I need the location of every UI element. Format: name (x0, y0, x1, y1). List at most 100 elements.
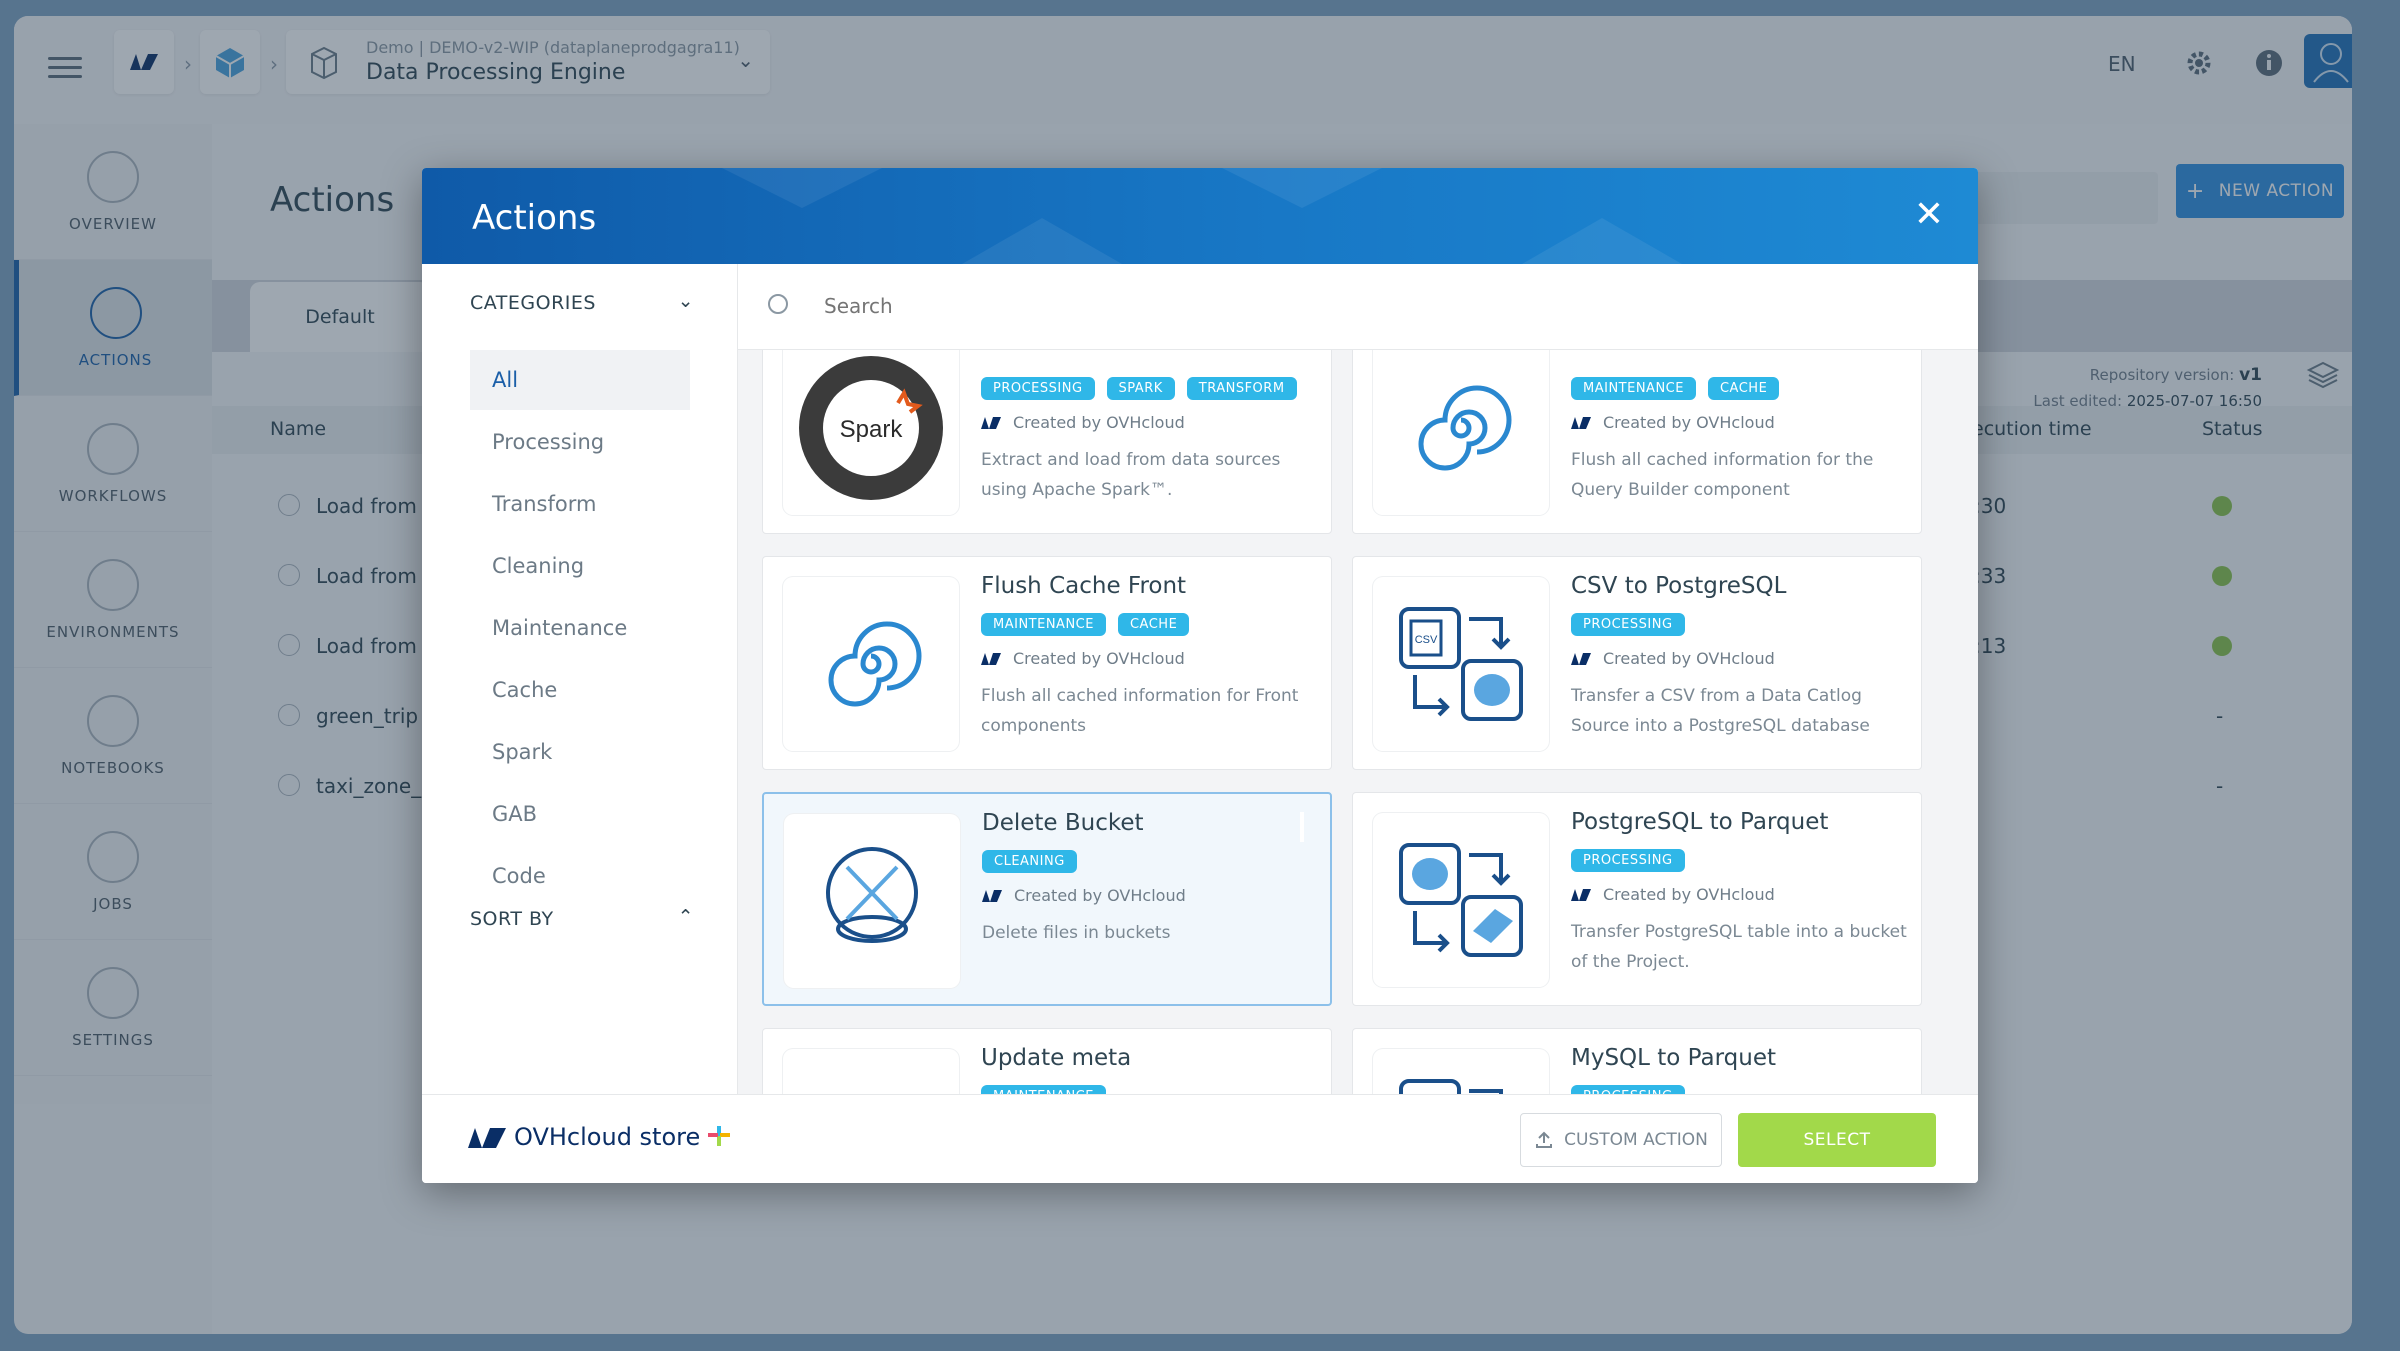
actions-modal: Actions ✕ CATEGORIES ⌄ All Processing Tra… (422, 168, 1978, 1183)
tag: CACHE (1117, 613, 1190, 636)
upload-icon (1536, 1131, 1553, 1148)
tag: PROCESSING (1571, 613, 1685, 636)
card-tags: CLEANING (982, 850, 1077, 873)
action-card-delete-bucket[interactable]: Delete Bucket CLEANING Created by OVHclo… (762, 792, 1332, 1006)
card-title: Update meta (981, 1045, 1132, 1071)
card-author: Created by OVHcloud (1571, 649, 1775, 668)
tag: MAINTENANCE (981, 1085, 1106, 1094)
select-button[interactable]: SELECT (1738, 1113, 1936, 1167)
database-to-parquet-icon (1399, 843, 1523, 957)
category-processing[interactable]: Processing (470, 412, 690, 472)
action-card-flush-cache-front[interactable]: Flush Cache Front MAINTENANCE CACHE Crea… (762, 556, 1332, 770)
tag: CACHE (1707, 377, 1780, 400)
modal-footer: OVHcloud store CUSTOM ACTION SELECT (422, 1094, 1978, 1183)
tag: PROCESSING (981, 377, 1095, 400)
author-label: Created by OVHcloud (1013, 649, 1185, 668)
card-tags: MAINTENANCE (981, 1085, 1106, 1094)
plus-sparkle-icon (708, 1126, 731, 1146)
card-description: Extract and load from data sources using… (981, 450, 1281, 500)
card-focus-marker (1300, 812, 1304, 842)
custom-action-button[interactable]: CUSTOM ACTION (1520, 1113, 1722, 1167)
author-label: Created by OVHcloud (1013, 413, 1185, 432)
card-thumbnail (783, 577, 959, 751)
search-bar[interactable] (738, 264, 1978, 350)
card-description: Flush all cached information for the Que… (1571, 450, 1874, 500)
card-tags: PROCESSING (1571, 613, 1685, 636)
svg-text:Spark: Spark (840, 416, 904, 443)
action-card-update-meta[interactable]: Update meta MAINTENANCE (762, 1028, 1332, 1094)
ovhcloud-store-logo: OVHcloud store (468, 1123, 732, 1151)
tag: PROCESSING (1571, 849, 1685, 872)
search-input[interactable] (824, 288, 1724, 324)
card-description: Flush all cached information for Front c… (981, 686, 1299, 736)
card-author: Created by OVHcloud (981, 649, 1185, 668)
ovh-logo-icon (468, 1128, 506, 1148)
csv-to-database-icon: CSV (1399, 607, 1523, 721)
card-tags: PROCESSING (1571, 1085, 1685, 1094)
card-tags: MAINTENANCE CACHE (981, 613, 1190, 636)
action-card-spark[interactable]: Spark PROCESSING SPARK TRANSFORM Created… (762, 350, 1332, 534)
ovh-logo-icon (982, 889, 1002, 902)
card-thumbnail: CSV (1373, 577, 1549, 751)
card-description: Transfer PostgreSQL table into a bucket … (1571, 922, 1907, 972)
actions-grid: Spark PROCESSING SPARK TRANSFORM Created… (738, 350, 1978, 1094)
card-thumbnail (1373, 813, 1549, 987)
close-icon[interactable]: ✕ (1914, 194, 1944, 235)
card-thumbnail: Spark (783, 350, 959, 515)
card-title: Delete Bucket (982, 810, 1144, 836)
card-description: Delete files in buckets (982, 923, 1171, 943)
modal-header: Actions ✕ (422, 168, 1978, 264)
card-title: PostgreSQL to Parquet (1571, 809, 1829, 835)
action-card-postgresql-to-parquet[interactable]: PostgreSQL to Parquet PROCESSING Created… (1352, 792, 1922, 1006)
sort-by-toggle[interactable]: SORT BY ⌃ (470, 906, 694, 930)
card-title: Flush Cache Front (981, 573, 1187, 599)
categories-label: CATEGORIES (470, 292, 596, 314)
mysql-to-parquet-icon (1399, 1079, 1503, 1094)
card-thumbnail (784, 814, 960, 988)
categories-panel: CATEGORIES ⌄ All Processing Transform Cle… (422, 264, 738, 1094)
svg-text:CSV: CSV (1415, 634, 1438, 646)
apache-spark-logo-icon: Spark (799, 356, 943, 500)
action-card-flush-cache-query-builder[interactable]: MAINTENANCE CACHE Created by OVHcloud Fl… (1352, 350, 1922, 534)
ovh-logo-icon (981, 652, 1001, 665)
modal-title: Actions (472, 198, 597, 238)
card-description: Transfer a CSV from a Data Catlog Source… (1571, 686, 1870, 736)
custom-action-label: CUSTOM ACTION (1564, 1130, 1708, 1150)
tag: SPARK (1106, 377, 1175, 400)
card-author: Created by OVHcloud (1571, 885, 1775, 904)
author-label: Created by OVHcloud (1603, 649, 1775, 668)
chevron-down-icon: ⌄ (677, 290, 694, 312)
card-title: CSV to PostgreSQL (1571, 573, 1787, 599)
category-all[interactable]: All (470, 350, 690, 410)
sort-by-label: SORT BY (470, 908, 554, 930)
author-label: Created by OVHcloud (1014, 886, 1186, 905)
ovh-logo-icon (1571, 652, 1591, 665)
delete-bucket-icon (826, 847, 918, 943)
tag: CLEANING (982, 850, 1077, 873)
categories-toggle[interactable]: CATEGORIES ⌄ (470, 290, 694, 314)
card-author: Created by OVHcloud (981, 413, 1185, 432)
action-card-mysql-to-parquet[interactable]: MySQL to Parquet PROCESSING (1352, 1028, 1922, 1094)
spiral-icon (828, 621, 922, 707)
tag: MAINTENANCE (1571, 377, 1696, 400)
chevron-up-icon: ⌃ (677, 906, 694, 928)
card-author: Created by OVHcloud (982, 886, 1186, 905)
category-maintenance[interactable]: Maintenance (470, 598, 690, 658)
ovh-logo-icon (1571, 888, 1591, 901)
category-code[interactable]: Code (470, 846, 690, 906)
ovh-logo-icon (1571, 416, 1591, 429)
action-card-csv-to-postgresql[interactable]: CSV CSV to PostgreSQL PROCESSING Created… (1352, 556, 1922, 770)
category-cache[interactable]: Cache (470, 660, 690, 720)
card-tags: PROCESSING SPARK TRANSFORM (981, 377, 1297, 400)
card-tags: MAINTENANCE CACHE (1571, 377, 1780, 400)
card-author: Created by OVHcloud (1571, 413, 1775, 432)
ovh-logo-icon (981, 416, 1001, 429)
card-tags: PROCESSING (1571, 849, 1685, 872)
category-cleaning[interactable]: Cleaning (470, 536, 690, 596)
category-spark[interactable]: Spark (470, 722, 690, 782)
tag: PROCESSING (1571, 1085, 1685, 1094)
card-title: MySQL to Parquet (1571, 1045, 1777, 1071)
category-gab[interactable]: GAB (470, 784, 690, 844)
category-transform[interactable]: Transform (470, 474, 690, 534)
header-pattern-decoration (722, 168, 1682, 264)
